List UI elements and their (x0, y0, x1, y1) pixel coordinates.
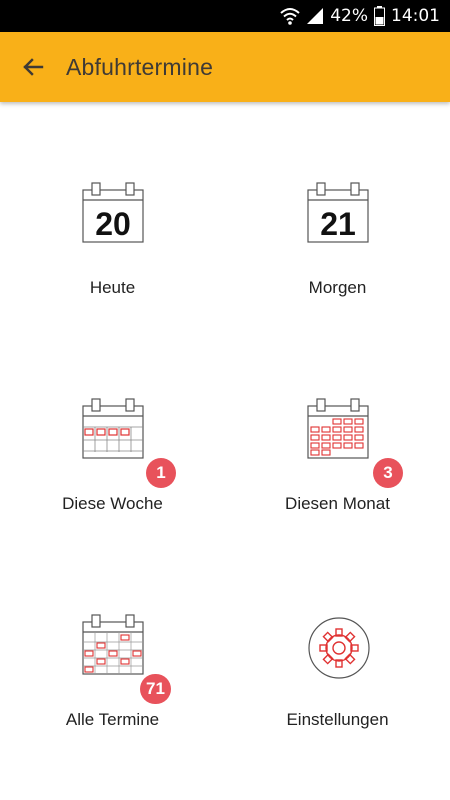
menu-item-label: Heute (89, 278, 136, 297)
menu-item-this-week[interactable]: 1 Diese Woche (0, 396, 225, 576)
menu-item-label: Alle Termine (65, 710, 160, 729)
menu-item-label: Diesen Monat (285, 494, 390, 513)
menu-item-label: Morgen (308, 278, 367, 297)
tomorrow-day-number: 21 (320, 206, 356, 242)
gear-icon (300, 612, 380, 692)
status-indicators: 42% 14:01 (280, 0, 440, 32)
count-badge: 3 (373, 458, 403, 488)
status-bar: 42% 14:01 (0, 0, 450, 32)
menu-item-tomorrow[interactable]: 21 Morgen (225, 180, 450, 360)
count-badge: 71 (140, 674, 171, 704)
clock: 14:01 (391, 6, 440, 26)
calendar-week-icon (75, 396, 155, 476)
count-badge: 1 (146, 458, 176, 488)
battery-icon (374, 6, 385, 26)
wifi-icon (280, 7, 300, 25)
arrow-left-icon (23, 58, 44, 76)
menu-item-all-dates[interactable]: 71 Alle Termine (0, 612, 225, 792)
page-title: Abfuhrtermine (66, 54, 214, 80)
calendar-day-icon: 20 (75, 180, 155, 260)
menu-item-label: Diese Woche (62, 494, 163, 513)
menu-item-settings[interactable]: Einstellungen (225, 612, 450, 792)
battery-percent: 42% (330, 6, 368, 26)
back-button[interactable] (10, 44, 56, 90)
signal-icon (306, 7, 324, 25)
menu-item-this-month[interactable]: 3 Diesen Monat (225, 396, 450, 576)
today-day-number: 20 (95, 206, 131, 242)
calendar-day-icon: 21 (300, 180, 380, 260)
app-bar: Abfuhrtermine (0, 32, 450, 102)
menu-item-today[interactable]: 20 Heute (0, 180, 225, 360)
menu-item-label: Einstellungen (286, 710, 389, 729)
calendar-month-icon (300, 396, 380, 476)
